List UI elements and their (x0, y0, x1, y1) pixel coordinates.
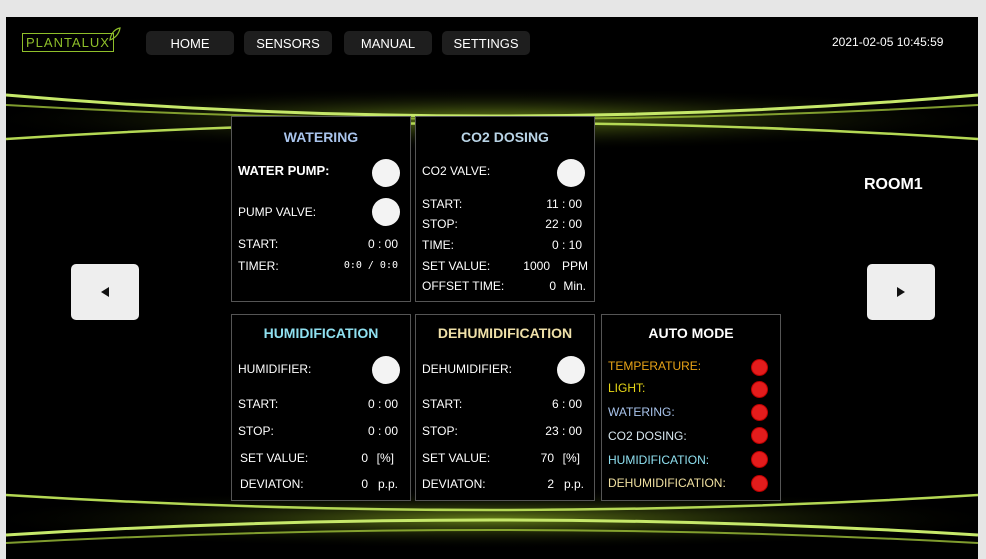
auto-temperature-label: TEMPERATURE: (608, 359, 702, 373)
humidifier-toggle[interactable] (372, 356, 400, 384)
watering-timer-value: 0:0 / 0:0 (343, 260, 398, 271)
nav-settings-label: SETTINGS (453, 35, 519, 51)
nav-manual-button[interactable]: MANUAL (344, 31, 432, 55)
dehumidifier-label: DEHUMIDIFIER: (422, 362, 512, 376)
nav-sensors-label: SENSORS (256, 35, 320, 51)
dehumid-deviation-value: 2 (547, 477, 554, 491)
auto-temperature-indicator[interactable] (751, 359, 768, 376)
dehumid-stop-label: STOP: (422, 424, 458, 438)
humidifier-label: HUMIDIFIER: (238, 362, 312, 376)
dehumid-set-label: SET VALUE: (422, 451, 491, 465)
nav-home-label: HOME (170, 35, 210, 51)
leaf-icon (109, 27, 121, 41)
humid-deviation-value: 0 (361, 477, 368, 491)
arrow-left-icon (101, 287, 109, 297)
pump-valve-toggle[interactable] (372, 198, 400, 226)
humid-stop-value: 0 : 00 (367, 424, 398, 438)
arrow-right-icon (897, 287, 905, 297)
hmi-screen: PLANTALUX HOME SENSORS MANUAL SETTINGS 2… (6, 17, 978, 559)
auto-light-label: LIGHT: (608, 381, 646, 395)
dehumid-set-unit: [%] (562, 451, 580, 465)
dehumid-deviation-unit: p.p. (563, 477, 584, 491)
auto-humidification-label: HUMIDIFICATION: (608, 453, 710, 467)
humid-set-label: SET VALUE: (240, 451, 309, 465)
plantalux-logo: PLANTALUX (22, 27, 121, 52)
nav-sensors-button[interactable]: SENSORS (244, 31, 332, 55)
co2-start-value: 11 : 00 (546, 197, 582, 211)
co2-dosing-panel: CO2 DOSING CO2 VALVE: START: 11 : 00 STO… (415, 116, 595, 302)
auto-dehumidification-label: DEHUMIDIFICATION: (608, 476, 726, 490)
next-room-button[interactable] (867, 264, 935, 320)
nav-home-button[interactable]: HOME (146, 31, 234, 55)
pump-valve-label: PUMP VALVE: (238, 205, 317, 219)
co2-time-value: 0 : 10 (551, 238, 582, 252)
auto-watering-indicator[interactable] (751, 404, 768, 421)
dehumidifier-toggle[interactable] (557, 356, 585, 384)
humid-set-value: 0 (361, 451, 368, 465)
prev-room-button[interactable] (71, 264, 139, 320)
humid-start-label: START: (238, 397, 279, 411)
dehumid-stop-value: 23 : 00 (545, 424, 582, 438)
water-pump-label: WATER PUMP: (238, 163, 330, 178)
co2-stop-label: STOP: (422, 217, 458, 231)
co2-title: CO2 DOSING (461, 129, 549, 145)
auto-co2-indicator[interactable] (751, 427, 768, 444)
humidification-title: HUMIDIFICATION (263, 325, 379, 341)
auto-watering-label: WATERING: (608, 405, 675, 419)
co2-set-unit: PPM (561, 259, 588, 273)
auto-dehumidification-indicator[interactable] (751, 475, 768, 492)
co2-start-label: START: (422, 197, 463, 211)
co2-offset-value: 0 (549, 279, 556, 293)
watering-title: WATERING (283, 129, 359, 145)
dehumid-set-value: 70 (540, 451, 554, 465)
dehumid-deviation-label: DEVIATON: (422, 477, 486, 491)
watering-start-value: 0 : 00 (367, 237, 398, 251)
humidification-panel: HUMIDIFICATION HUMIDIFIER: START: 0 : 00… (231, 314, 411, 501)
auto-humidification-indicator[interactable] (751, 451, 768, 468)
nav-settings-button[interactable]: SETTINGS (442, 31, 530, 55)
co2-valve-label: CO2 VALVE: (422, 164, 491, 178)
dehumid-start-label: START: (422, 397, 463, 411)
watering-panel: WATERING WATER PUMP: PUMP VALVE: START: … (231, 116, 411, 302)
water-pump-toggle[interactable] (372, 159, 400, 187)
watering-start-label: START: (238, 237, 279, 251)
datetime-display: 2021-02-05 10:45:59 (832, 35, 944, 49)
humid-set-unit: [%] (376, 451, 394, 465)
co2-time-label: TIME: (422, 238, 454, 252)
auto-light-indicator[interactable] (751, 381, 768, 398)
humid-deviation-label: DEVIATON: (240, 477, 304, 491)
co2-offset-unit: Min. (563, 279, 586, 293)
nav-manual-label: MANUAL (360, 35, 416, 51)
dehumidification-panel: DEHUMIDIFICATION DEHUMIDIFIER: START: 6 … (415, 314, 595, 501)
auto-mode-panel: AUTO MODE TEMPERATURE: LIGHT: WATERING: … (601, 314, 781, 501)
dehumidification-title: DEHUMIDIFICATION (437, 325, 573, 341)
co2-valve-toggle[interactable] (557, 159, 585, 187)
co2-set-value: 1000 (523, 259, 550, 273)
humid-start-value: 0 : 00 (367, 397, 398, 411)
room-label: ROOM1 (864, 176, 923, 193)
humid-stop-label: STOP: (238, 424, 274, 438)
co2-stop-value: 22 : 00 (545, 217, 582, 231)
humid-deviation-unit: p.p. (377, 477, 398, 491)
auto-mode-title: AUTO MODE (648, 325, 734, 341)
dehumid-start-value: 6 : 00 (551, 397, 582, 411)
watering-timer-label: TIMER: (238, 259, 279, 273)
co2-offset-label: OFFSET TIME: (422, 279, 505, 293)
logo-text: PLANTALUX (26, 35, 110, 50)
co2-set-label: SET VALUE: (422, 259, 491, 273)
auto-co2-label: CO2 DOSING: (608, 429, 687, 443)
